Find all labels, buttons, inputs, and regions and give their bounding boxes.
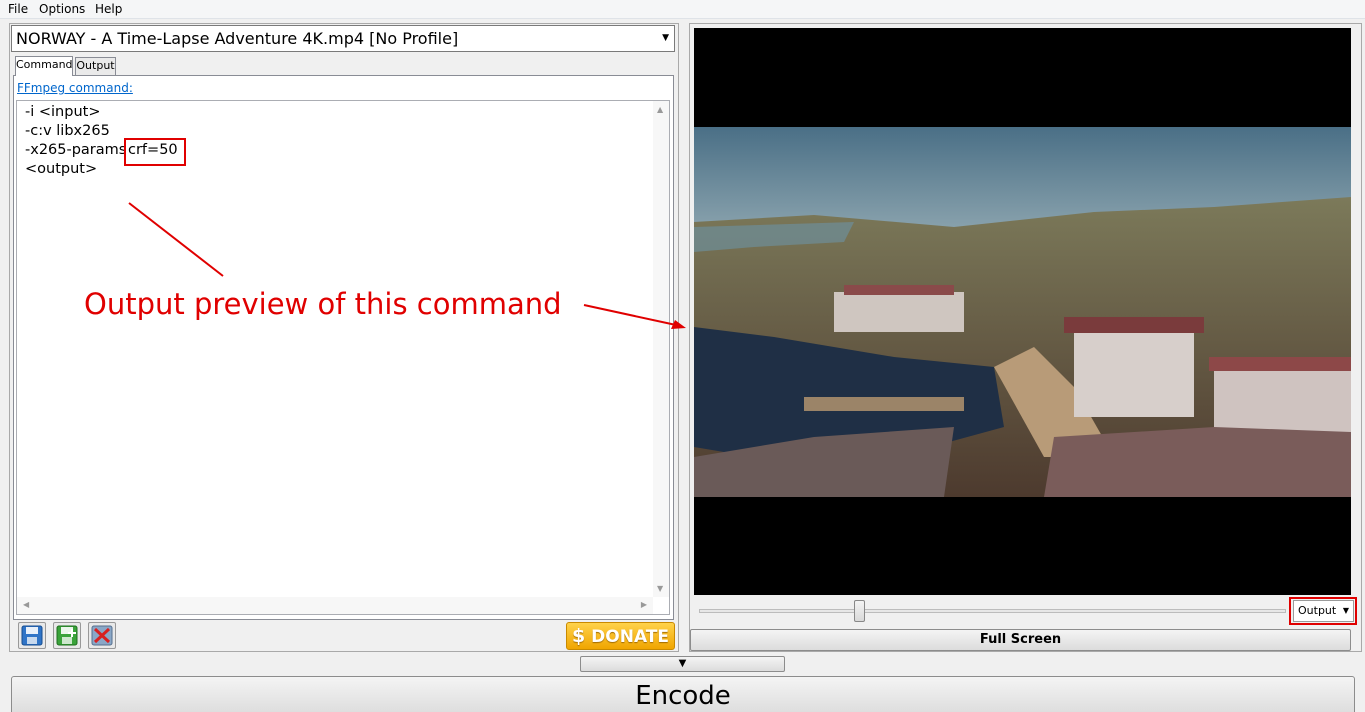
annotation-arrowhead [671,320,686,329]
save-as-button[interactable] [53,622,81,649]
video-frame-scene [694,127,1351,497]
save-as-icon [56,625,78,646]
encode-button[interactable]: Encode [11,676,1355,712]
seek-slider-thumb[interactable] [854,600,865,622]
annotation-highlight-output [1289,597,1357,625]
delete-icon [91,625,113,646]
video-frame-image [694,127,1351,497]
donate-label: DONATE [591,627,669,647]
save-icon [21,625,43,646]
tab-command[interactable]: Command [15,56,73,76]
annotation-line [128,202,224,277]
annotation-text: Output preview of this command [84,287,562,321]
dollar-icon: $ [572,625,586,647]
save-button[interactable] [18,622,46,649]
collapse-toggle-button[interactable]: ▼ [580,656,785,672]
triangle-down-icon: ▼ [678,658,687,669]
fullscreen-button[interactable]: Full Screen [690,629,1351,651]
delete-button[interactable] [88,622,116,649]
seek-slider-track[interactable] [699,609,1286,613]
donate-button[interactable]: $ DONATE [566,622,675,650]
annotation-arrow-line [583,304,677,326]
